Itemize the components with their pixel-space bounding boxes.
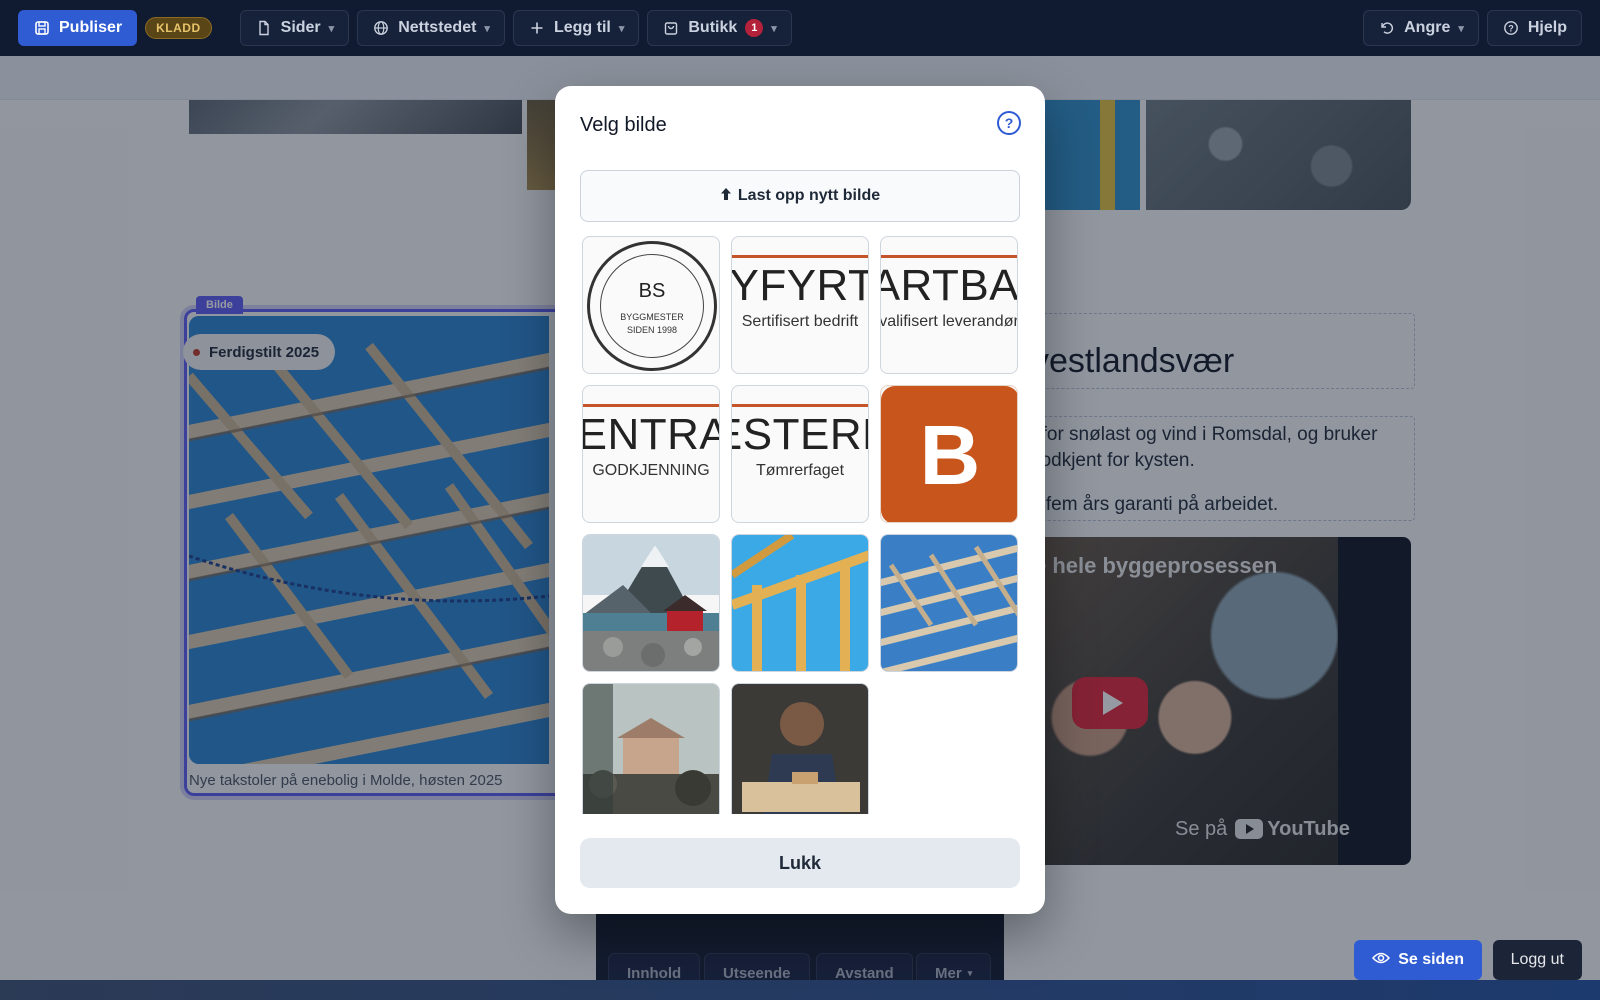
chevron-down-icon: ▾	[484, 22, 490, 35]
chevron-down-icon: ▾	[618, 22, 625, 35]
eye-icon	[1372, 951, 1391, 970]
globe-icon	[372, 19, 390, 37]
b-logo-tile: B	[881, 386, 1017, 522]
add-menu-button[interactable]: Legg til ▾	[512, 10, 640, 46]
publish-button[interactable]: Publiser	[18, 10, 138, 46]
chevron-down-icon: ▾	[771, 22, 777, 35]
plus-icon	[528, 19, 546, 37]
image-picker-dialog: Velg bilde ? Last opp nytt bilde BS BYGG…	[555, 86, 1045, 914]
image-thumb-b-logo[interactable]: B	[880, 385, 1018, 523]
undo-button[interactable]: Angre ▾	[1363, 10, 1479, 46]
close-dialog-button[interactable]: Lukk	[580, 838, 1020, 888]
shopping-bag-icon	[662, 19, 680, 37]
image-thumb-coastal-hut[interactable]	[582, 683, 720, 814]
view-site-button[interactable]: Se siden	[1354, 940, 1482, 980]
help-circle-icon: ?	[1502, 19, 1520, 37]
bs-logo-ring: BS BYGGMESTER SIDEN 1998	[587, 241, 717, 371]
badge-subtitle: valifisert leverandør	[880, 313, 1018, 330]
image-thumb-startbank-badge[interactable]: TARTBAN valifisert leverandør	[880, 236, 1018, 374]
image-grid: BS BYGGMESTER SIDEN 1998 ØYFYRTÅ Sertifi…	[582, 236, 1022, 814]
image-thumb-certified-badge[interactable]: ØYFYRTÅ Sertifisert bedrift	[731, 236, 869, 374]
upload-image-button[interactable]: Last opp nytt bilde	[580, 170, 1020, 222]
badge-subtitle: GODKJENNING	[592, 462, 710, 479]
editor-toolbar: Publiser KLADD Sider ▾ Nettstedet ▾ Legg…	[0, 0, 1600, 56]
file-icon	[255, 19, 273, 37]
save-icon	[33, 19, 51, 37]
image-thumb-bs-logo[interactable]: BS BYGGMESTER SIDEN 1998	[582, 236, 720, 374]
badge-accent-line	[881, 255, 1017, 258]
badge-word: TARTBAN	[881, 261, 1018, 310]
view-site-label: Se siden	[1398, 951, 1464, 968]
badge-word: SENTRAL	[582, 410, 719, 459]
svg-text:?: ?	[1508, 24, 1514, 34]
dialog-title: Velg bilde	[580, 114, 667, 136]
publish-label: Publiser	[59, 19, 123, 36]
draft-badge: KLADD	[145, 17, 212, 39]
undo-icon	[1378, 19, 1396, 37]
help-label: Hjelp	[1527, 19, 1567, 36]
badge-subtitle: Sertifisert bedrift	[741, 313, 859, 330]
badge-word: MESTERBR	[732, 410, 868, 459]
image-thumb-master-letter-badge[interactable]: MESTERBR Tømrerfaget	[731, 385, 869, 523]
image-thumb-roof-trusses[interactable]	[880, 534, 1018, 672]
shop-menu-button[interactable]: Butikk 1 ▾	[647, 10, 792, 46]
badge-accent-line	[583, 404, 719, 407]
bs-logo-text: BS	[638, 280, 666, 302]
shop-label: Butikk	[688, 19, 738, 36]
bs-logo-line-2: SIDEN 1998	[626, 325, 678, 335]
bs-logo-inner-ring	[600, 254, 704, 358]
upload-arrow-icon	[720, 187, 732, 206]
pages-label: Sider	[280, 19, 321, 36]
bs-logo-line-1: BYGGMESTER	[620, 312, 684, 322]
help-button[interactable]: ? Hjelp	[1486, 10, 1582, 46]
image-thumb-timber-frame[interactable]	[731, 534, 869, 672]
add-label: Legg til	[553, 19, 611, 36]
badge-subtitle: Tømrerfaget	[755, 462, 845, 479]
bottom-bar	[0, 980, 1600, 1000]
help-icon[interactable]: ?	[997, 111, 1021, 135]
image-thumb-lofoten-cabin[interactable]	[582, 534, 720, 672]
upload-label: Last opp nytt bilde	[737, 187, 881, 204]
shop-count-badge: 1	[745, 19, 764, 37]
logout-button[interactable]: Logg ut	[1492, 940, 1582, 980]
website-label: Nettstedet	[398, 19, 477, 36]
image-thumb-central-approval-badge[interactable]: SENTRAL GODKJENNING	[582, 385, 720, 523]
undo-label: Angre	[1404, 19, 1451, 36]
badge-accent-line	[732, 255, 868, 258]
image-thumb-carpenter-at-work[interactable]	[731, 683, 869, 814]
chevron-down-icon: ▾	[1458, 22, 1464, 35]
badge-accent-line	[732, 404, 868, 407]
pages-menu-button[interactable]: Sider ▾	[239, 10, 350, 46]
chevron-down-icon: ▾	[328, 22, 335, 35]
website-menu-button[interactable]: Nettstedet ▾	[357, 10, 505, 46]
badge-word: ØYFYRTÅ	[731, 261, 868, 310]
